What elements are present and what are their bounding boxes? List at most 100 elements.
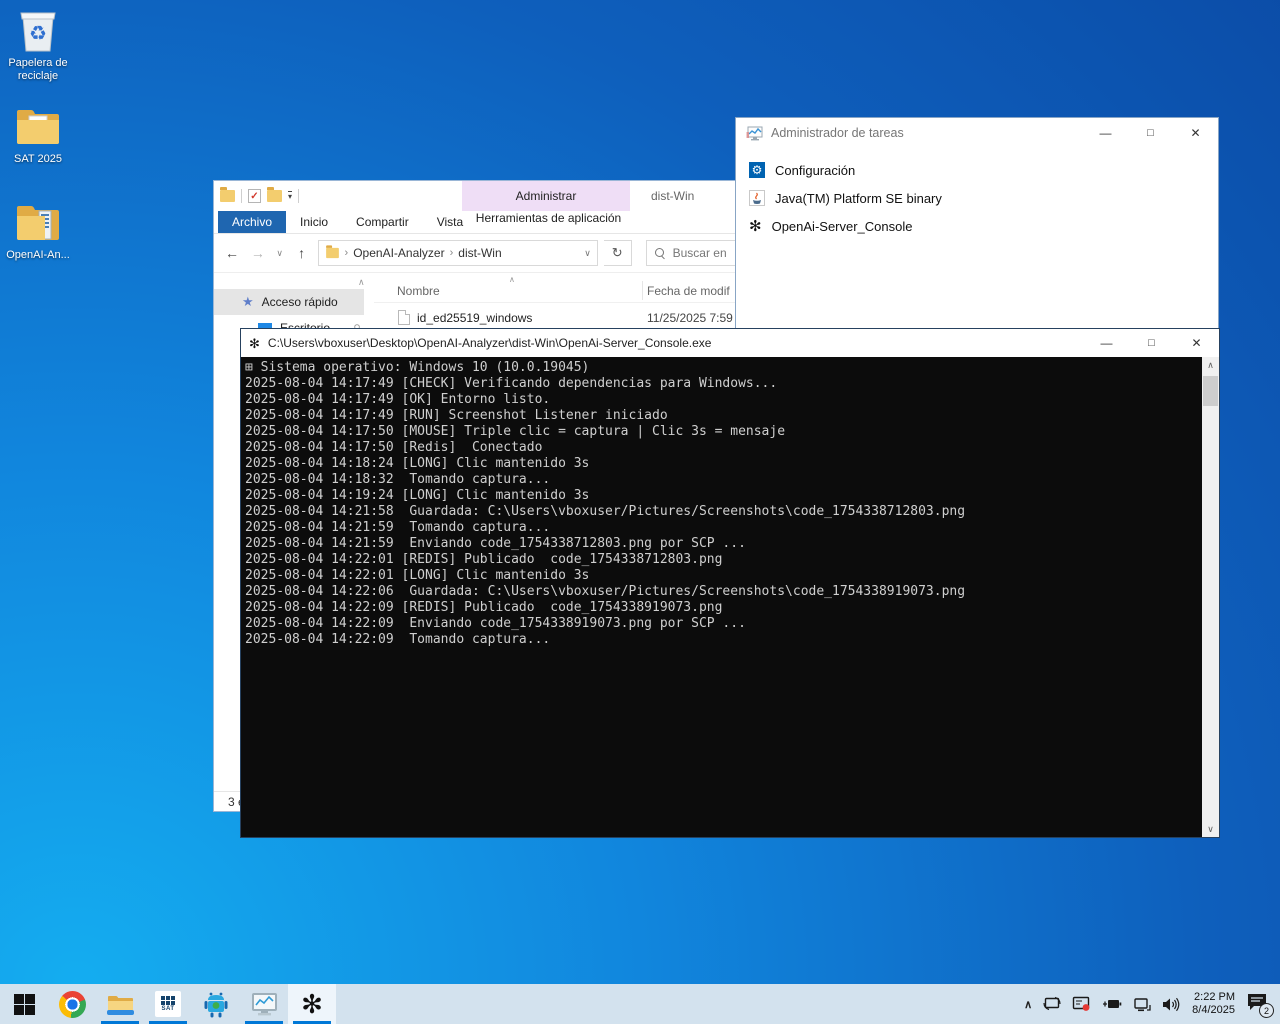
separator xyxy=(298,189,299,203)
sat-icon: SAT xyxy=(155,991,181,1017)
taskbar-openai-console-button[interactable]: ✻ xyxy=(288,984,336,1024)
minimize-button[interactable]: — xyxy=(1083,118,1128,148)
task-manager-title: Administrador de tareas xyxy=(771,126,904,140)
openai-icon: ✻ xyxy=(301,991,323,1017)
search-placeholder: Buscar en xyxy=(673,246,727,260)
desktop-icon-sat-2025[interactable]: SAT 2025 xyxy=(0,102,76,166)
task-label: Configuración xyxy=(775,163,855,178)
svg-text:♻: ♻ xyxy=(29,23,47,45)
console-log-line: 2025-08-04 14:19:24 [LONG] Clic mantenid… xyxy=(245,488,1199,504)
console-log-line: 2025-08-04 14:22:06 Guardada: C:\Users\v… xyxy=(245,584,1199,600)
separator xyxy=(241,189,242,203)
windows-logo-icon xyxy=(14,994,35,1015)
refresh-button[interactable]: ↻ xyxy=(604,240,632,266)
up-icon[interactable]: ↑ xyxy=(292,245,312,261)
scroll-up-icon[interactable]: ∧ xyxy=(1202,357,1219,373)
forward-icon[interactable]: → xyxy=(248,245,268,261)
breadcrumb-dist-win[interactable]: dist-Win xyxy=(458,246,501,260)
qat-new-folder-icon[interactable] xyxy=(267,190,282,202)
sidebar-item-acceso-rapido[interactable]: ★ Acceso rápido xyxy=(214,289,364,315)
console-log-line: 2025-08-04 14:22:01 [REDIS] Publicado co… xyxy=(245,552,1199,568)
qat-properties-icon[interactable]: ✓ xyxy=(248,189,261,203)
back-icon[interactable]: ← xyxy=(222,245,242,261)
settings-gear-icon: ⚙ xyxy=(749,162,765,178)
close-button[interactable]: ✕ xyxy=(1174,329,1219,357)
minimize-button[interactable]: — xyxy=(1084,329,1129,357)
tray-battery-icon[interactable] xyxy=(1102,997,1122,1011)
task-manager-titlebar[interactable]: Administrador de tareas — □ ✕ xyxy=(736,118,1218,148)
folder-icon xyxy=(14,198,62,246)
console-scrollbar[interactable]: ∧ ∨ xyxy=(1202,357,1219,837)
console-log-line: 2025-08-04 14:17:50 [MOUSE] Triple clic … xyxy=(245,424,1199,440)
explorer-window-title: dist-Win xyxy=(651,181,694,211)
console-title: C:\Users\vboxuser\Desktop\OpenAI-Analyze… xyxy=(268,336,712,350)
file-date: 11/25/2025 7:59 xyxy=(647,311,733,325)
console-log-line: 2025-08-04 14:17:49 [OK] Entorno listo. xyxy=(245,392,1199,408)
scroll-down-icon[interactable]: ∨ xyxy=(1202,821,1219,837)
history-chevron-icon[interactable]: ∨ xyxy=(274,248,286,259)
console-log-line: 2025-08-04 14:22:09 Enviando code_175433… xyxy=(245,616,1199,632)
sidebar-item-label: Acceso rápido xyxy=(262,295,338,309)
column-header-nombre[interactable]: Nombre xyxy=(397,284,440,298)
notification-center-button[interactable]: 2 xyxy=(1246,992,1270,1016)
openai-icon: ✻ xyxy=(749,219,762,234)
desktop-icon-label: OpenAI-An... xyxy=(0,249,76,262)
console-log-line: 2025-08-04 14:21:59 Enviando code_175433… xyxy=(245,536,1199,552)
console-log-line: 2025-08-04 14:18:32 Tomando captura... xyxy=(245,472,1199,488)
task-manager-icon xyxy=(251,992,278,1017)
taskbar-chrome-button[interactable] xyxy=(48,984,96,1024)
console-titlebar[interactable]: ✻ C:\Users\vboxuser\Desktop\OpenAI-Analy… xyxy=(241,329,1219,357)
recycle-bin-icon: ♻ xyxy=(14,6,62,54)
console-output: ⊞ Sistema operativo: Windows 10 (10.0.19… xyxy=(245,360,1199,837)
tab-inicio[interactable]: Inicio xyxy=(286,211,342,233)
qat-folder-icon[interactable] xyxy=(220,190,235,202)
notification-count-badge: 2 xyxy=(1259,1003,1274,1018)
tray-network-icon[interactable] xyxy=(1133,997,1151,1012)
crumb-separator: › xyxy=(345,247,349,259)
context-tab-administrar[interactable]: Administrar xyxy=(462,181,630,211)
taskbar-explorer-button[interactable] xyxy=(96,984,144,1024)
console-window: ✻ C:\Users\vboxuser\Desktop\OpenAI-Analy… xyxy=(240,328,1220,838)
tab-archivo[interactable]: Archivo xyxy=(218,211,286,233)
task-label: Java(TM) Platform SE binary xyxy=(775,191,942,206)
console-log-line: 2025-08-04 14:22:09 [REDIS] Publicado co… xyxy=(245,600,1199,616)
console-log-line: 2025-08-04 14:18:24 [LONG] Clic mantenid… xyxy=(245,456,1199,472)
qat-customize-icon[interactable]: ▾ xyxy=(288,191,292,201)
tray-screen-recorder-icon[interactable] xyxy=(1072,996,1091,1012)
android-icon xyxy=(203,991,229,1018)
task-row-java[interactable]: Java(TM) Platform SE binary xyxy=(736,184,1218,212)
crumb-separator: › xyxy=(450,247,454,259)
tab-herramientas[interactable]: Herramientas de aplicación xyxy=(467,211,630,225)
tray-show-hidden-icon[interactable]: ∧ xyxy=(1024,998,1032,1011)
breadcrumb-openai-analyzer[interactable]: OpenAI-Analyzer xyxy=(353,246,444,260)
tray-display-sync-icon[interactable] xyxy=(1043,996,1061,1012)
taskbar-taskmanager-button[interactable] xyxy=(240,984,288,1024)
task-row-configuracion[interactable]: ⚙ Configuración xyxy=(736,156,1218,184)
taskbar-clock[interactable]: 2:22 PM 8/4/2025 xyxy=(1192,991,1235,1017)
console-log-line: 2025-08-04 14:21:58 Guardada: C:\Users\v… xyxy=(245,504,1199,520)
column-header-fecha[interactable]: Fecha de modif xyxy=(647,284,730,298)
console-log-line: 2025-08-04 14:17:49 [RUN] Screenshot Lis… xyxy=(245,408,1199,424)
tray-volume-icon[interactable] xyxy=(1162,997,1181,1012)
column-divider[interactable] xyxy=(642,281,643,300)
file-name: id_ed25519_windows xyxy=(417,311,532,325)
start-button[interactable] xyxy=(0,984,48,1024)
console-log-line: 2025-08-04 14:22:09 Tomando captura... xyxy=(245,632,1199,648)
file-icon xyxy=(398,310,410,325)
close-button[interactable]: ✕ xyxy=(1173,118,1218,148)
console-log-line: 2025-08-04 14:17:49 [CHECK] Verificando … xyxy=(245,376,1199,392)
sort-indicator-icon: ∧ xyxy=(509,275,515,284)
task-row-openai-console[interactable]: ✻ OpenAi-Server_Console xyxy=(736,212,1218,240)
taskbar-sat-button[interactable]: SAT xyxy=(144,984,192,1024)
desktop-icon-recycle-bin[interactable]: ♻ Papelera de reciclaje xyxy=(0,6,76,83)
taskbar-android-button[interactable] xyxy=(192,984,240,1024)
console-log-line: 2025-08-04 14:17:50 [Redis] Conectado xyxy=(245,440,1199,456)
sidebar-scroll-up-icon[interactable]: ∧ xyxy=(358,277,365,288)
address-chevron-icon[interactable]: ∨ xyxy=(584,248,591,259)
scrollbar-thumb[interactable] xyxy=(1203,376,1218,406)
address-bar[interactable]: › OpenAI-Analyzer › dist-Win ∨ xyxy=(318,240,598,266)
maximize-button[interactable]: □ xyxy=(1129,329,1174,357)
tab-compartir[interactable]: Compartir xyxy=(342,211,423,233)
desktop-icon-openai-analyzer[interactable]: OpenAI-An... xyxy=(0,198,76,262)
maximize-button[interactable]: □ xyxy=(1128,118,1173,148)
